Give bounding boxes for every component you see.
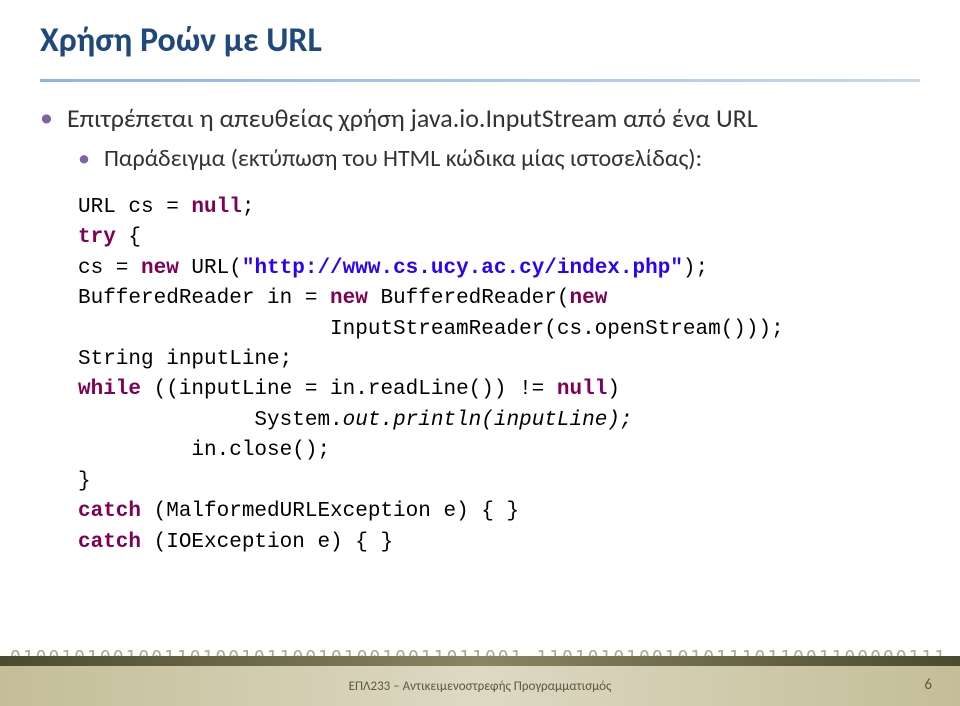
code-keyword: new <box>330 287 368 310</box>
bullet-text-2: Παράδειγμα (εκτύπωση του HTML κώδικα μία… <box>104 144 702 173</box>
code-text: (IOException e) { } <box>141 531 393 554</box>
code-text: (MalformedURLException e) { } <box>141 500 519 523</box>
bullet-text-1: Επιτρέπεται η απευθείας χρήση java.io.In… <box>67 102 758 136</box>
bullet-line-2: • Παράδειγμα (εκτύπωση του HTML κώδικα μ… <box>78 144 920 173</box>
code-text: } <box>78 470 91 493</box>
code-text: .println(inputLine); <box>380 409 632 432</box>
code-text: in.close(); <box>78 439 330 462</box>
code-keyword: while <box>78 378 141 401</box>
code-text: cs = <box>78 257 141 280</box>
code-text: BufferedReader in = <box>78 287 330 310</box>
slide-title: Χρήση Ροών με URL <box>40 20 920 61</box>
code-text: URL( <box>179 257 242 280</box>
code-keyword: new <box>570 287 608 310</box>
title-underline <box>40 79 920 82</box>
code-text: ) <box>607 378 620 401</box>
slide-container: Χρήση Ροών με URL • Επιτρέπεται η απευθε… <box>0 0 960 706</box>
code-keyword: catch <box>78 531 141 554</box>
code-text: ((inputLine = in.readLine()) != <box>141 378 557 401</box>
code-text: System. <box>78 409 343 432</box>
bullet-line-1: • Επιτρέπεται η απευθείας χρήση java.io.… <box>40 102 920 136</box>
code-field: out <box>343 409 381 432</box>
bullet-dot-icon: • <box>78 144 90 173</box>
footer: ΕΠΛ233 – Αντικειμενοστρεφής Προγραμματισ… <box>0 666 960 706</box>
code-keyword: catch <box>78 500 141 523</box>
code-block: URL cs = null; try { cs = new URL("http:… <box>78 193 920 558</box>
code-keyword: null <box>191 196 241 219</box>
code-text: InputStreamReader(cs.openStream())); <box>78 318 784 341</box>
footer-bar <box>0 656 960 666</box>
bullet-dot-icon: • <box>40 102 53 133</box>
code-text: String inputLine; <box>78 348 292 371</box>
code-string: "http://www.cs.ucy.ac.cy/index.php" <box>242 257 683 280</box>
code-text: URL cs = <box>78 196 191 219</box>
code-text: BufferedReader( <box>368 287 570 310</box>
footer-text: ΕΠΛ233 – Αντικειμενοστρεφής Προγραμματισ… <box>349 679 612 694</box>
code-text: ; <box>242 196 255 219</box>
page-number: 6 <box>924 676 932 694</box>
code-keyword: new <box>141 257 179 280</box>
code-text: ); <box>683 257 708 280</box>
code-text: { <box>116 226 141 249</box>
code-keyword: try <box>78 226 116 249</box>
code-keyword: null <box>557 378 607 401</box>
